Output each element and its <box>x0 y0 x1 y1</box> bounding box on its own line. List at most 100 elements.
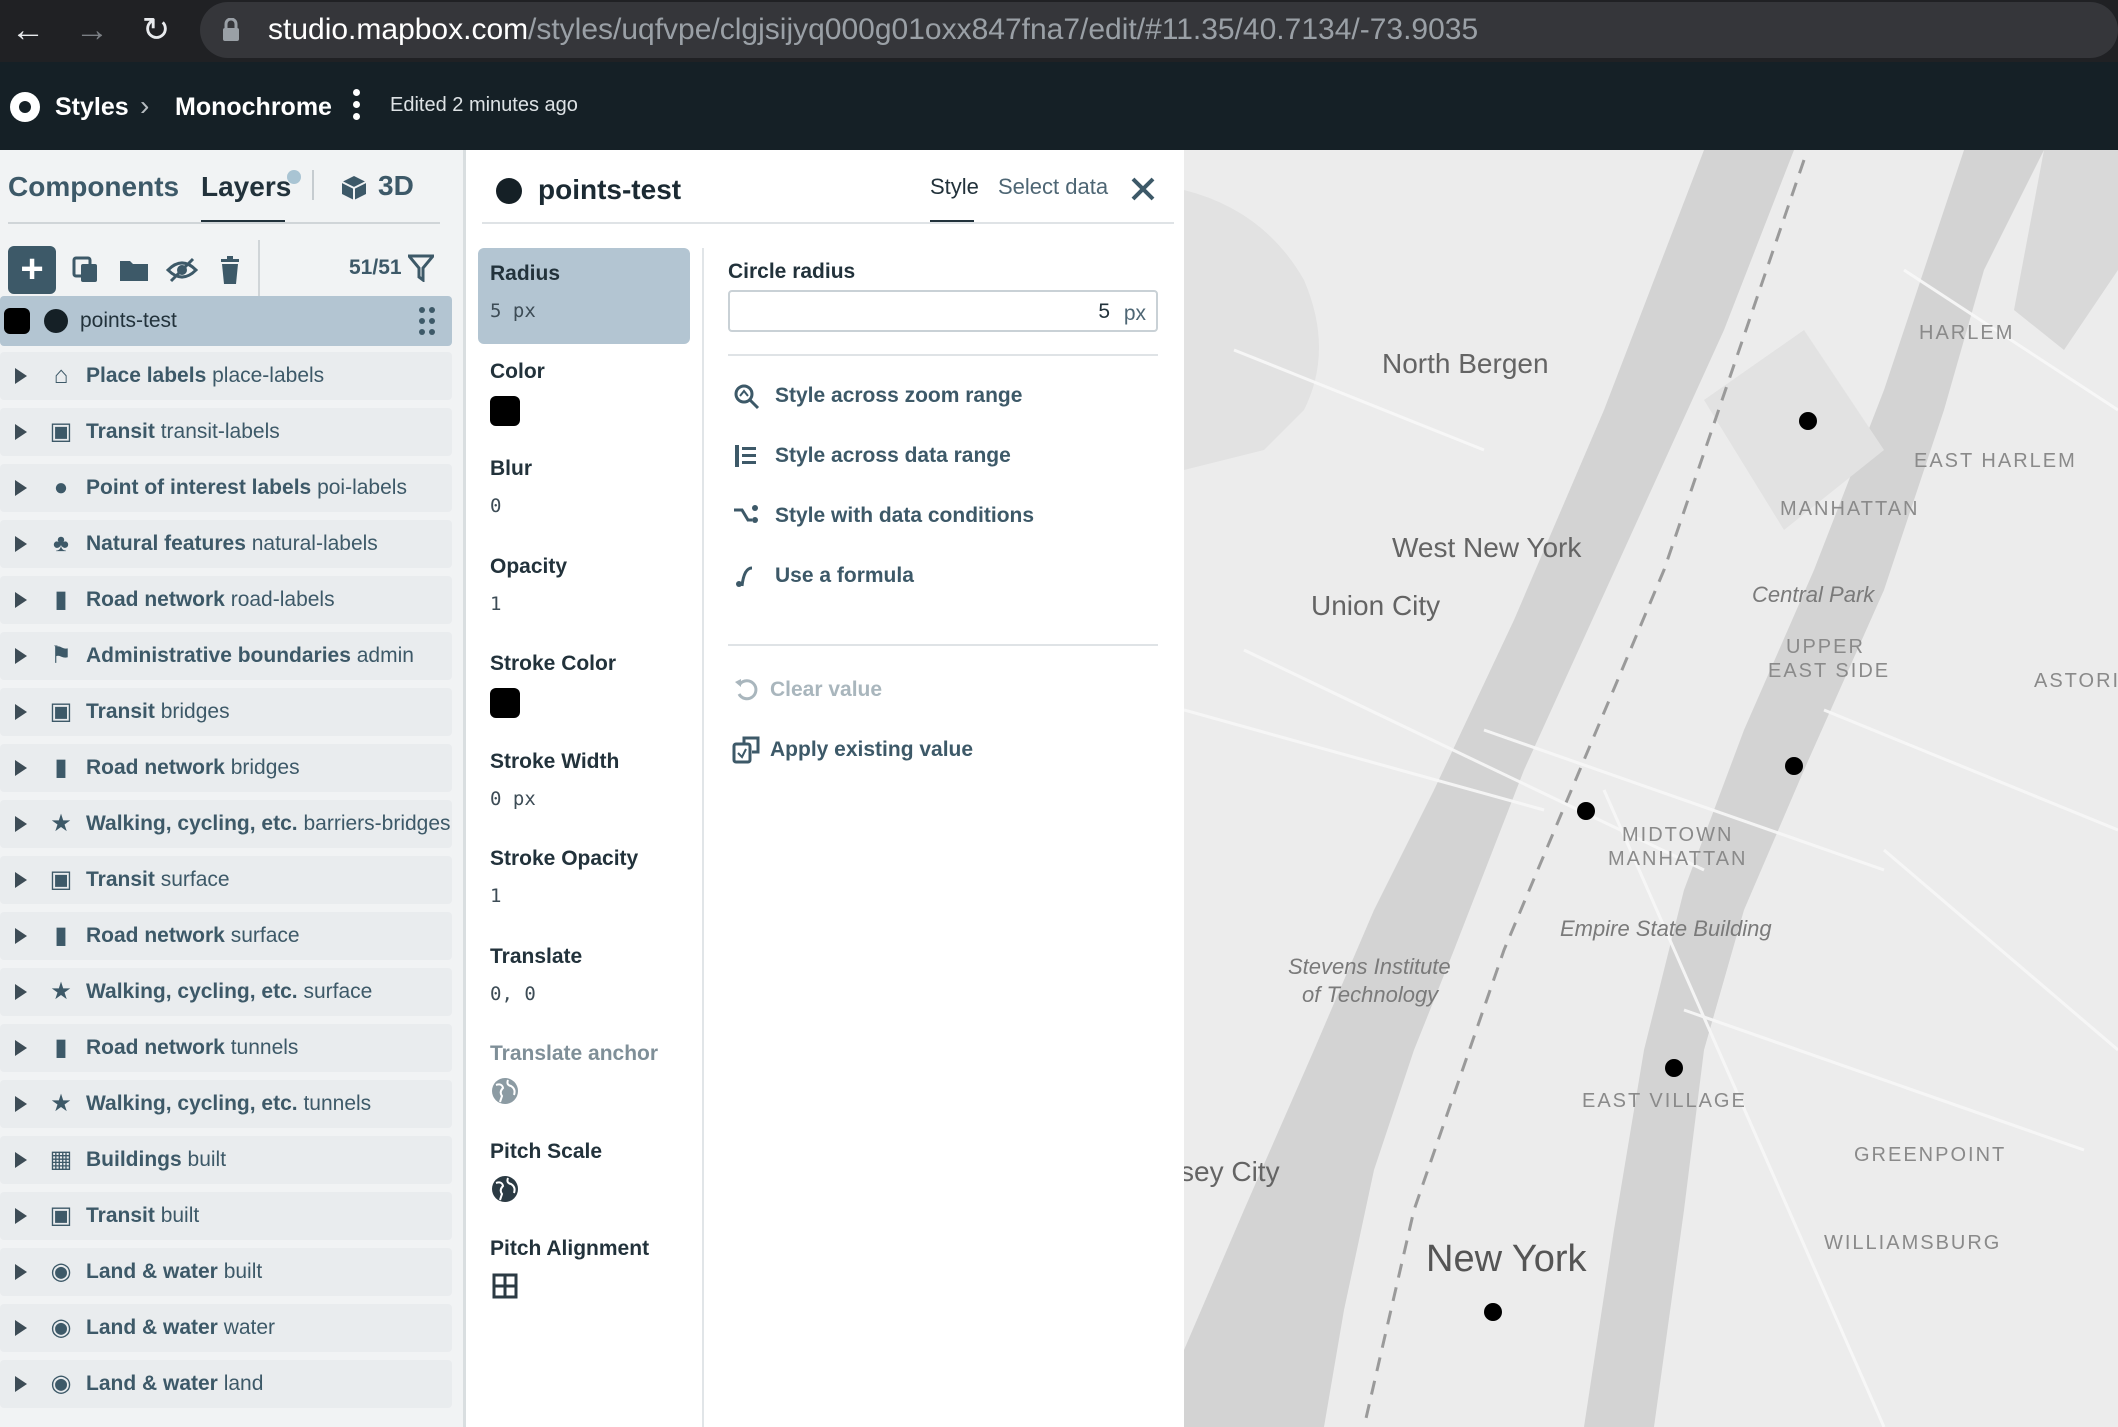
hide-icon[interactable] <box>166 254 198 286</box>
layer-row[interactable]: ▮ Road network tunnels <box>0 1024 452 1072</box>
forward-icon[interactable]: → <box>72 10 112 50</box>
layer-row[interactable]: ▣ Transit transit-labels <box>0 408 452 456</box>
style-name[interactable]: Monochrome <box>175 92 332 122</box>
expand-caret-icon[interactable] <box>15 1208 27 1224</box>
undo-icon <box>735 679 758 701</box>
map-point[interactable] <box>1484 1303 1502 1321</box>
expand-caret-icon[interactable] <box>15 592 27 608</box>
property-blur[interactable]: Blur 0 <box>478 443 690 539</box>
expand-caret-icon[interactable] <box>15 424 27 440</box>
map-label: North Bergen <box>1382 348 1549 379</box>
map-point[interactable] <box>1799 412 1817 430</box>
use-formula-option[interactable]: Use a formula <box>728 556 1158 596</box>
expand-caret-icon[interactable] <box>15 760 27 776</box>
expand-caret-icon[interactable] <box>15 872 27 888</box>
property-radius[interactable]: Radius 5 px <box>478 248 690 344</box>
property-translate-anchor[interactable]: Translate anchor <box>478 1028 690 1124</box>
add-layer-button[interactable]: + <box>8 246 56 294</box>
tab-layers[interactable]: Layers <box>201 170 291 204</box>
expand-caret-icon[interactable] <box>15 704 27 720</box>
mapbox-logo-icon[interactable] <box>10 92 40 122</box>
data-range-icon <box>735 445 756 467</box>
filter-icon[interactable] <box>408 254 434 282</box>
expand-caret-icon[interactable] <box>15 984 27 1000</box>
expand-caret-icon[interactable] <box>15 1096 27 1112</box>
layer-row[interactable]: ★ Walking, cycling, etc. tunnels <box>0 1080 452 1128</box>
apply-existing-value-button[interactable]: Apply existing value <box>728 730 1158 770</box>
layer-row[interactable]: ▣ Transit built <box>0 1192 452 1240</box>
map-point[interactable] <box>1665 1059 1683 1077</box>
property-name: Translate <box>490 944 583 968</box>
delete-icon[interactable] <box>214 254 246 286</box>
clear-value-button[interactable]: Clear value <box>728 670 1158 710</box>
expand-caret-icon[interactable] <box>15 1040 27 1056</box>
circle-radius-input[interactable]: 5 px <box>728 290 1158 332</box>
notification-dot <box>287 170 301 184</box>
layer-row[interactable]: ◉ Land & water water <box>0 1304 452 1352</box>
layer-row[interactable]: ♣ Natural features natural-labels <box>0 520 452 568</box>
close-icon[interactable] <box>1128 174 1158 204</box>
styles-link[interactable]: Styles <box>55 92 129 122</box>
drag-handle-icon[interactable] <box>418 306 436 336</box>
property-translate[interactable]: Translate 0, 0 <box>478 931 690 1027</box>
style-zoom-range-option[interactable]: Style across zoom range <box>728 376 1158 416</box>
selected-layer-row[interactable]: points-test <box>0 296 452 346</box>
expand-caret-icon[interactable] <box>15 928 27 944</box>
property-pitch-alignment[interactable]: Pitch Alignment <box>478 1223 690 1319</box>
tab-select-data[interactable]: Select data <box>998 174 1108 200</box>
layer-source: place-labels <box>212 364 325 387</box>
globe-icon: ◉ <box>50 1258 72 1285</box>
layer-row[interactable]: ⌂ Place labels place-labels <box>0 352 452 400</box>
layer-row[interactable]: ▦ Buildings built <box>0 1136 452 1184</box>
cube-icon[interactable] <box>340 174 368 202</box>
layer-row[interactable]: ▮ Road network road-labels <box>0 576 452 624</box>
layer-row[interactable]: ▮ Road network bridges <box>0 744 452 792</box>
property-pitch-scale[interactable]: Pitch Scale <box>478 1126 690 1222</box>
property-name: Translate anchor <box>490 1042 659 1065</box>
expand-caret-icon[interactable] <box>15 1320 27 1336</box>
expand-caret-icon[interactable] <box>15 536 27 552</box>
layer-name: Natural features <box>86 532 246 555</box>
map-canvas[interactable]: North Bergen West New York Union City HA… <box>1184 150 2118 1427</box>
expand-caret-icon[interactable] <box>15 1152 27 1168</box>
more-options-icon[interactable] <box>348 86 364 126</box>
layer-row[interactable]: ▮ Road network surface <box>0 912 452 960</box>
layer-row[interactable]: ◉ Land & water land <box>0 1360 452 1408</box>
property-stroke-opacity[interactable]: Stroke Opacity 1 <box>478 833 690 929</box>
property-value: 1 <box>490 885 502 907</box>
back-icon[interactable]: ← <box>8 10 48 50</box>
layer-row[interactable]: ★ Walking, cycling, etc. surface <box>0 968 452 1016</box>
expand-caret-icon[interactable] <box>15 816 27 832</box>
expand-caret-icon[interactable] <box>15 368 27 384</box>
layer-name: Road network <box>86 1036 225 1059</box>
layer-row[interactable]: ⚑ Administrative boundaries admin <box>0 632 452 680</box>
folder-icon[interactable] <box>118 254 150 286</box>
property-color[interactable]: Color <box>478 346 690 442</box>
duplicate-icon[interactable] <box>70 254 102 286</box>
style-data-range-option[interactable]: Style across data range <box>728 436 1158 476</box>
layer-row[interactable]: ◉ Land & water built <box>0 1248 452 1296</box>
tab-3d[interactable]: 3D <box>378 170 414 202</box>
layer-row[interactable]: ★ Walking, cycling, etc. barriers-bridges <box>0 800 452 848</box>
layer-row[interactable]: ▣ Transit bridges <box>0 688 452 736</box>
tab-components[interactable]: Components <box>8 170 179 204</box>
expand-caret-icon[interactable] <box>15 1264 27 1280</box>
expand-caret-icon[interactable] <box>15 648 27 664</box>
expand-caret-icon[interactable] <box>15 480 27 496</box>
road-icon: ▮ <box>54 922 68 949</box>
map-point[interactable] <box>1577 802 1595 820</box>
layer-label: Road network road-labels <box>86 588 335 612</box>
property-stroke-color[interactable]: Stroke Color <box>478 638 690 734</box>
map-point[interactable] <box>1785 757 1803 775</box>
property-stroke-width[interactable]: Stroke Width 0 px <box>478 736 690 832</box>
reload-icon[interactable]: ↻ <box>136 10 176 50</box>
tab-style[interactable]: Style <box>930 174 979 200</box>
property-opacity[interactable]: Opacity 1 <box>478 541 690 637</box>
map-label: UPPER <box>1786 636 1865 658</box>
expand-caret-icon[interactable] <box>15 1376 27 1392</box>
map-label: EAST VILLAGE <box>1582 1090 1747 1112</box>
address-bar[interactable]: studio.mapbox.com /styles/uqfvpe/clgjsij… <box>200 2 2118 58</box>
layer-row[interactable]: ▣ Transit surface <box>0 856 452 904</box>
style-data-conditions-option[interactable]: Style with data conditions <box>728 496 1158 536</box>
layer-row[interactable]: ● Point of interest labels poi-labels <box>0 464 452 512</box>
